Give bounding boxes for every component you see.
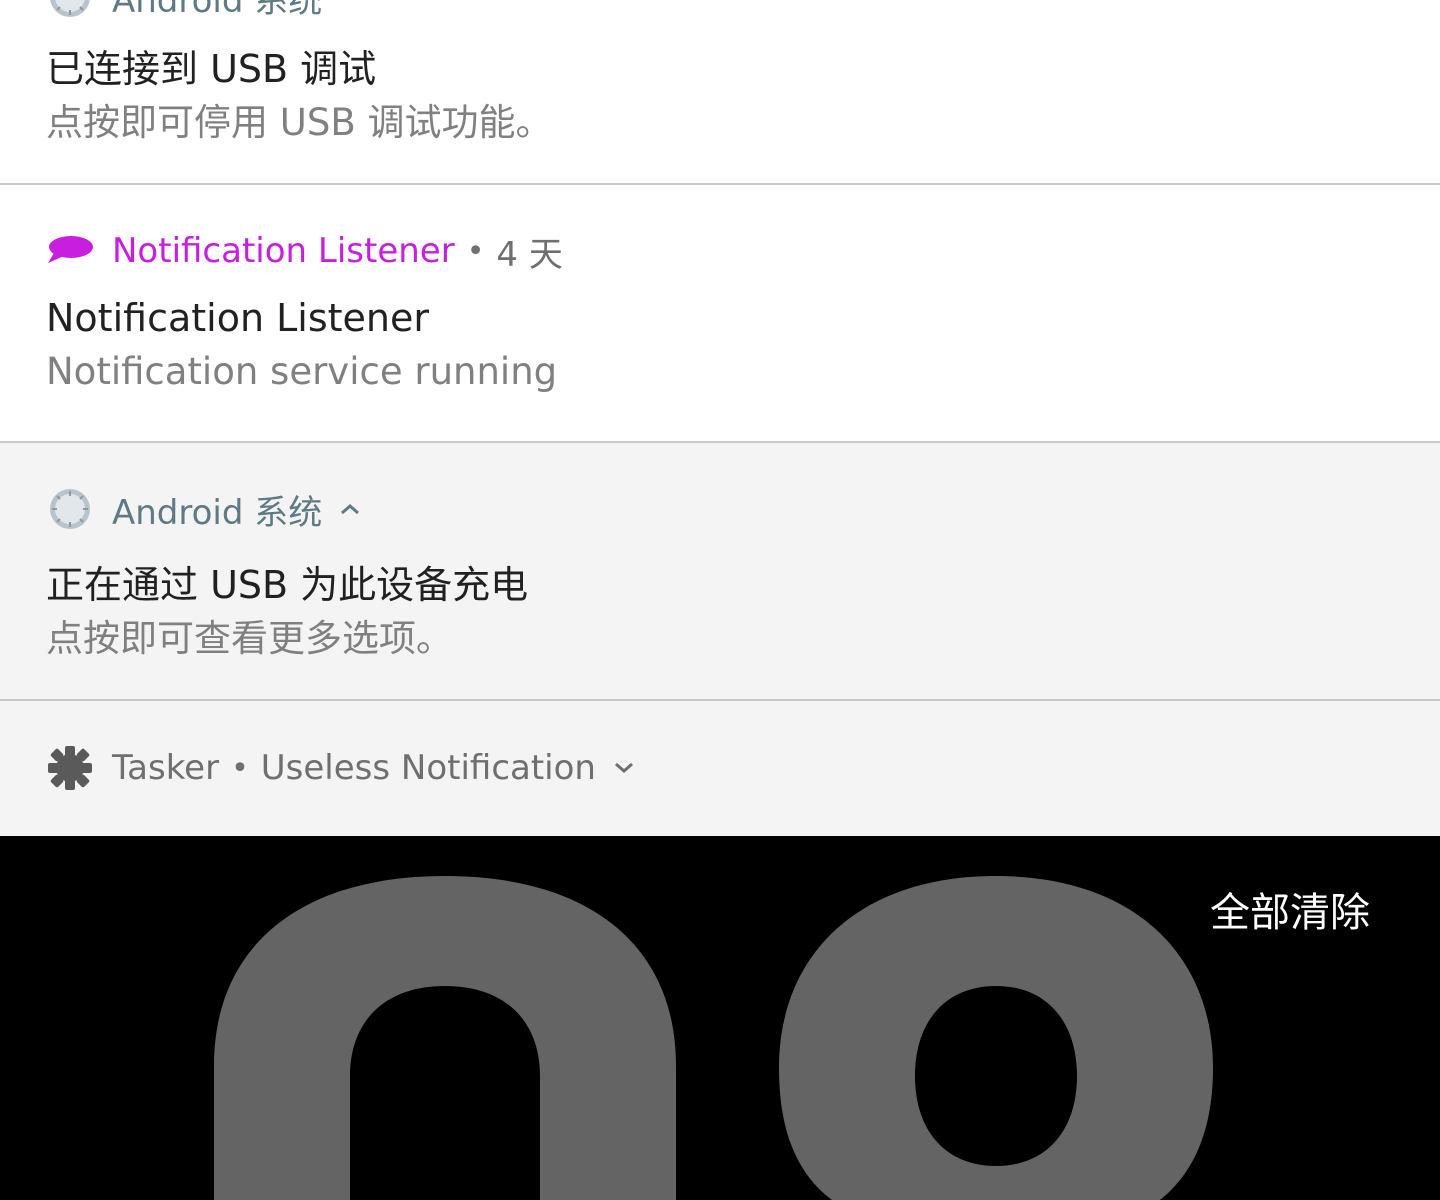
notification-text: Notification service running (46, 350, 558, 393)
gear-icon (46, 744, 94, 792)
notification-text: 点按即可停用 USB 调试功能。 (46, 101, 553, 144)
notification-header: Notification Listener • 4 天 (46, 226, 563, 276)
notification-listener[interactable]: Notification Listener • 4 天 Notification… (0, 185, 1440, 442)
chevron-up-icon[interactable] (338, 501, 362, 517)
app-name: Notification Listener (112, 231, 455, 271)
notification-time: 4 天 (496, 234, 563, 275)
app-name: Android 系统 (112, 492, 323, 533)
notification-usb-charging[interactable]: Android 系统 正在通过 USB 为此设备充电 点按即可查看更多选项。 (0, 443, 1440, 700)
separator-dot: • (466, 233, 485, 269)
chevron-down-icon[interactable] (612, 760, 636, 776)
notification-header: Android 系统 (46, 484, 362, 534)
separator-dot: • (231, 750, 249, 786)
notification-text: 点按即可查看更多选项。 (46, 617, 453, 660)
notification-title: 已连接到 USB 调试 (46, 47, 377, 91)
android-system-icon (46, 485, 94, 533)
android-system-icon (46, 0, 94, 21)
lockscreen-background: 全部清除 (0, 836, 1440, 1200)
clear-all-button[interactable]: 全部清除 (1210, 880, 1370, 938)
notification-shade: Android 系统 已连接到 USB 调试 点按即可停用 USB 调试功能。 … (0, 0, 1440, 1200)
notification-subtext: Useless Notification (260, 748, 596, 788)
notification-title: Notification Listener (46, 296, 430, 340)
notification-usb-debugging[interactable]: Android 系统 已连接到 USB 调试 点按即可停用 USB 调试功能。 (0, 0, 1440, 184)
app-name: Tasker (112, 748, 220, 788)
app-name: Android 系统 (112, 0, 323, 21)
notification-header: Tasker • Useless Notification (46, 743, 636, 793)
notification-title: 正在通过 USB 为此设备充电 (46, 563, 529, 607)
speech-bubble-icon (46, 227, 94, 275)
notification-header: Android 系统 (46, 0, 322, 22)
notification-tasker[interactable]: Tasker • Useless Notification (0, 701, 1440, 836)
